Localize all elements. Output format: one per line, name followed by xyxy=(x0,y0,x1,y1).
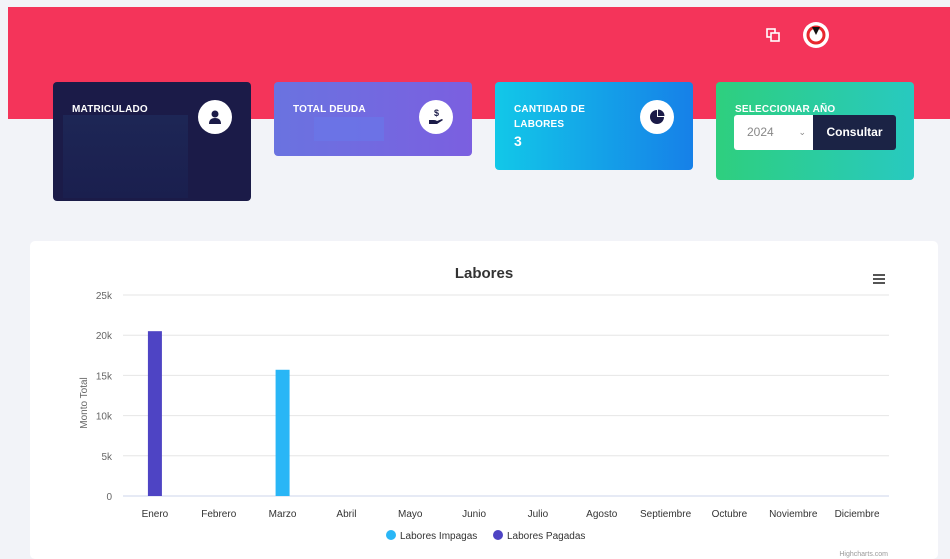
y-tick-label: 15k xyxy=(96,371,113,382)
legend-marker[interactable] xyxy=(386,530,396,540)
y-tick-label: 5k xyxy=(101,452,113,463)
windows-icon[interactable] xyxy=(766,28,780,42)
year-select[interactable]: 2024 ⌄ xyxy=(734,115,813,150)
redacted-region xyxy=(314,117,384,141)
redacted-region xyxy=(63,115,188,198)
y-tick-label: 25k xyxy=(96,291,113,302)
chevron-down-icon: ⌄ xyxy=(798,127,806,137)
consultar-button[interactable]: Consultar xyxy=(813,115,896,150)
card-title: CANTIDAD DE LABORES xyxy=(514,102,585,132)
year-select-value: 2024 xyxy=(747,125,774,139)
x-tick-label: Julio xyxy=(528,509,549,520)
chart-grid xyxy=(123,294,889,497)
y-axis-ticks: 0 5k 10k 15k 20k 25k xyxy=(96,291,113,503)
cantidad-labores-card: CANTIDAD DE LABORES 3 xyxy=(495,82,693,170)
chart-title: Labores xyxy=(455,265,513,282)
chart-credits[interactable]: Highcharts.com xyxy=(839,551,888,558)
bar[interactable] xyxy=(275,369,290,496)
seleccionar-ano-card: SELECCIONAR AÑO 2024 ⌄ Consultar xyxy=(716,82,914,180)
chart-bars xyxy=(147,331,290,496)
card-title: MATRICULADO xyxy=(72,104,148,115)
chart-legend: Labores Impagas Labores Pagadas xyxy=(386,530,585,542)
x-tick-label: Septiembre xyxy=(640,509,692,520)
card-title: TOTAL DEUDA xyxy=(293,104,366,115)
user-icon xyxy=(198,100,232,134)
x-tick-label: Agosto xyxy=(586,509,618,520)
y-tick-label: 10k xyxy=(96,412,113,423)
x-tick-label: Enero xyxy=(142,509,169,520)
chart-panel: Labores Monto Total 0 5k 10k 15k 20k 25k Ener… xyxy=(30,241,938,559)
power-icon[interactable] xyxy=(803,22,829,48)
x-tick-label: Mayo xyxy=(398,509,423,520)
y-tick-label: 20k xyxy=(96,331,113,342)
svg-text:$: $ xyxy=(434,108,439,118)
x-tick-label: Noviembre xyxy=(769,509,818,520)
labores-chart: Labores Monto Total 0 5k 10k 15k 20k 25k Ener… xyxy=(79,265,889,558)
x-axis-ticks: Enero Febrero Marzo Abril Mayo Junio Julio Agos… xyxy=(142,509,880,520)
y-axis-label: Monto Total xyxy=(79,377,90,429)
x-tick-label: Octubre xyxy=(712,509,748,520)
y-tick-label: 0 xyxy=(106,492,112,503)
card-title-line2: LABORES xyxy=(514,119,565,130)
pie-chart-icon xyxy=(640,100,674,134)
card-value: 3 xyxy=(514,133,522,149)
hand-money-icon: $ xyxy=(419,100,453,134)
x-tick-label: Febrero xyxy=(201,509,236,520)
legend-label[interactable]: Labores Impagas xyxy=(400,531,477,542)
x-tick-label: Abril xyxy=(336,509,356,520)
x-tick-label: Diciembre xyxy=(835,509,880,520)
legend-marker[interactable] xyxy=(493,530,503,540)
menu-icon[interactable] xyxy=(873,274,885,284)
bar[interactable] xyxy=(147,331,162,496)
total-deuda-card: TOTAL DEUDA $ xyxy=(274,82,472,156)
legend-label[interactable]: Labores Pagadas xyxy=(507,531,585,542)
matriculado-card: MATRICULADO xyxy=(53,82,251,201)
card-title-line1: CANTIDAD DE xyxy=(514,104,586,115)
x-tick-label: Junio xyxy=(462,509,486,520)
x-tick-label: Marzo xyxy=(269,509,297,520)
